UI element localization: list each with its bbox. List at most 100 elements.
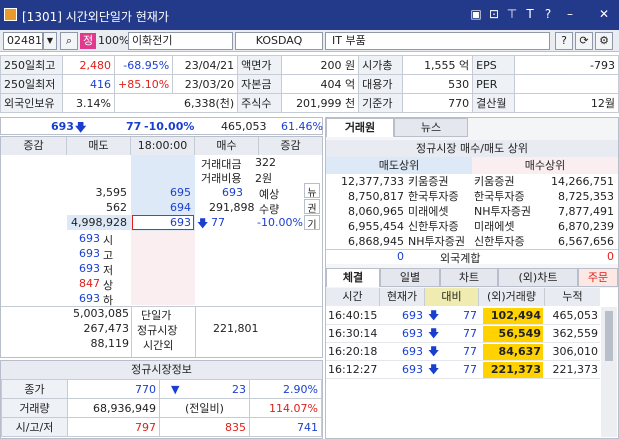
info-value: 23/04/21 — [172, 55, 239, 75]
footer-sell: 267,473 — [83, 322, 130, 335]
buy-qty: 14,266,751 — [551, 175, 614, 188]
info-value: 770 — [402, 93, 474, 113]
stock-info-table: 250일최고 2,480 -68.95% 23/04/21 액면가 200 원 … — [0, 55, 619, 113]
tab-foreign-chart[interactable]: (외)차트 — [498, 268, 578, 287]
info-value: -793 — [514, 55, 619, 75]
ask-price[interactable]: 695 — [131, 186, 191, 199]
ask-price[interactable]: 693 — [131, 216, 191, 229]
stat-value: 693 — [79, 247, 100, 260]
trade-diff: 77 — [463, 345, 477, 358]
trade-volume: 102,494 — [490, 309, 541, 322]
info-value: 530 — [402, 74, 474, 94]
window-icon[interactable]: ▣ — [468, 6, 484, 22]
rights-tab[interactable]: 권 — [304, 199, 320, 215]
trade-price: 693 — [402, 345, 423, 358]
info-label: 시가총 — [358, 55, 404, 75]
sell-qty: 6,868,945 — [348, 235, 404, 248]
down-arrow-icon: 🡇 — [428, 345, 440, 358]
scrollbar[interactable] — [601, 307, 617, 437]
broker-title: 정규시장 매수/매도 상위 — [326, 140, 618, 157]
gear-icon[interactable]: ⚙ — [595, 32, 613, 50]
institution-tab[interactable]: 기 — [304, 215, 320, 231]
info-label: 외국인보유 — [0, 93, 63, 113]
search-icon[interactable]: ⌕ — [60, 32, 78, 50]
info-value: 201,999 천 — [281, 93, 360, 113]
title-bar: [1301] 시간외단일가 현재가 ▣ ⊡ ⊤ T ? – ✕ — [0, 0, 619, 30]
info-value: 2,480 — [62, 55, 115, 75]
ask-price[interactable]: 694 — [131, 201, 191, 214]
news-tab[interactable]: 뉴 — [304, 183, 320, 199]
trade-time: 16:20:18 — [328, 345, 378, 358]
broker-row: 8,750,817 한국투자증 한국투자증 8,725,353 — [326, 189, 618, 204]
col-header: 증감 — [259, 137, 322, 155]
trade-diff: 77 — [463, 309, 477, 322]
trade-cumulative: 221,373 — [552, 363, 599, 376]
info-label: PER — [472, 74, 516, 94]
tab-news[interactable]: 뉴스 — [394, 118, 468, 137]
trade-price: 693 — [402, 309, 423, 322]
price-summary: 693 🡇 77 -10.00% 465,053 61.46% — [0, 117, 323, 135]
trade-row: 16:40:15 693 🡇 77 102,494 465,053 — [326, 307, 600, 325]
tab-chart[interactable]: 차트 — [440, 268, 498, 287]
sector-field: IT 부품 — [325, 32, 550, 50]
volume: 68,936,949 — [67, 398, 160, 418]
tab-daily[interactable]: 일별 — [380, 268, 440, 287]
buy-qty: 6,567,656 — [558, 235, 614, 248]
col-header: 증감 — [1, 137, 67, 155]
stat-label: 고 — [103, 249, 114, 262]
badge: 정 — [80, 33, 96, 49]
info-value: 3.14% — [62, 93, 115, 113]
market-field: KOSDAQ — [235, 32, 323, 50]
trade-time: 16:30:14 — [328, 327, 378, 340]
col-header: 시간 — [326, 288, 380, 306]
sell-qty: 8,750,817 — [348, 190, 404, 203]
lock-icon[interactable]: ⊡ — [486, 6, 502, 22]
tab-order[interactable]: 주문 — [578, 268, 618, 287]
orderbook: 증감 매도 18:00:00 매수 증감 거래대금 322 거래비용 2원 3,… — [0, 136, 323, 358]
info-value: +85.10% — [113, 74, 174, 94]
broker-row: 6,955,454 신한투자증 미래에셋 6,870,239 — [326, 219, 618, 234]
col-header: (외)거래량 — [479, 288, 545, 306]
trade-row: 16:30:14 693 🡇 77 56,549 362,559 — [326, 325, 600, 343]
price-change: 77 — [126, 120, 142, 133]
info-value: 23/03/20 — [172, 74, 239, 94]
col-header: 매도 — [67, 137, 131, 155]
sell-top-header: 매도상위 — [326, 157, 472, 174]
buy-qty: 6,870,239 — [558, 220, 614, 233]
buy-broker: 미래에셋 — [474, 220, 515, 233]
trade-volume: 84,637 — [498, 345, 541, 358]
stock-name-field[interactable]: 이화전기 — [128, 32, 233, 50]
trade-volume: 221,373 — [490, 363, 541, 376]
help-icon[interactable]: ? — [540, 6, 556, 22]
refresh-icon[interactable]: ⟳ — [575, 32, 593, 50]
buy-broker: 한국투자증 — [474, 190, 525, 203]
panel-title: 정규시장정보 — [1, 361, 322, 379]
broker-row: 6,868,945 NH투자증권 신한투자증 6,567,656 — [326, 234, 618, 249]
tab-broker[interactable]: 거래원 — [326, 118, 394, 137]
info-value: 1,555 억 — [402, 55, 474, 75]
text-icon[interactable]: T — [522, 6, 538, 22]
trade-price: 693 — [402, 327, 423, 340]
info-label: 거래비용 — [201, 172, 242, 185]
dropdown-arrow-icon[interactable]: ▼ — [43, 32, 57, 50]
foreign-buy: 0 — [607, 250, 614, 263]
stat-value: 693 — [79, 292, 100, 305]
buy-qty: 8,725,353 — [558, 190, 614, 203]
pin-icon[interactable]: ⊤ — [504, 6, 520, 22]
minimize-icon[interactable]: – — [562, 6, 578, 22]
toolbar: 024810 ▼ ⌕ 정 100% 이화전기 KOSDAQ IT 부품 ? ⟳ … — [0, 30, 619, 52]
stat-label: 상 — [103, 279, 114, 292]
expected-label: 수량 — [259, 203, 280, 216]
stat-label: 저 — [103, 264, 114, 277]
trade-cumulative: 465,053 — [552, 309, 599, 322]
help-button[interactable]: ? — [555, 32, 573, 50]
sell-broker: 한국투자증 — [408, 190, 459, 203]
footer-label: 단일가 — [141, 309, 172, 322]
expected-label: 예상 — [259, 188, 280, 201]
sell-broker: 미래에셋 — [408, 205, 449, 218]
tab-trades[interactable]: 체결 — [326, 268, 380, 287]
close-icon[interactable]: ✕ — [596, 6, 612, 22]
row-label: 거래량 — [1, 398, 68, 418]
stock-code-input[interactable]: 024810 — [3, 32, 49, 50]
info-value: 6,338(천) — [113, 93, 239, 113]
